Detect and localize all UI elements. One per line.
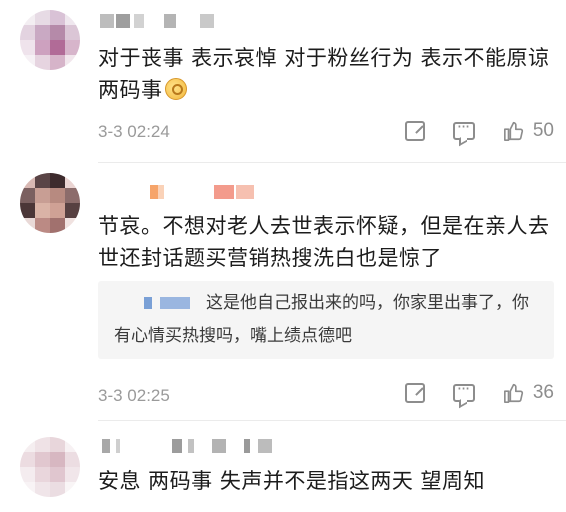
comment-text: 对于丧事 表示哀悼 对于粉丝行为 表示不能原谅 两码事	[98, 42, 554, 106]
username-blurred[interactable]	[150, 185, 270, 199]
share-square-icon[interactable]	[404, 383, 425, 403]
avatar[interactable]	[20, 437, 80, 497]
ok-hand-emoji-icon	[164, 78, 187, 100]
comment-text: 节哀。不想对老人去世表示怀疑，但是在亲人去世还封话题买营销热搜洗白也是惊了	[98, 214, 550, 270]
divider	[98, 420, 566, 421]
divider	[98, 162, 566, 163]
comment-item: 对于丧事 表示哀悼 对于粉丝行为 表示不能原谅 两码事 3-3 02:24 50	[0, 0, 566, 160]
reply-text: 这是他自己报出来的吗，你家里出事了，你有心情买热搜吗，嘴上绩点德吧	[114, 293, 529, 346]
comment-bubble-icon[interactable]	[452, 379, 475, 402]
comment-text: 安息 两码事 失声并不是指这两天 望周知	[98, 469, 486, 493]
like-count: 36	[532, 382, 554, 403]
username-blurred[interactable]	[100, 14, 220, 28]
comment-item: 安息 两码事 失声并不是指这两天 望周知	[0, 425, 566, 512]
username-blurred[interactable]	[102, 439, 282, 453]
comment-actions: 36	[377, 379, 554, 406]
comment-timestamp: 3-3 02:24	[98, 122, 170, 141]
comment-item: 节哀。不想对老人去世表示怀疑，但是在亲人去世还封话题买营销热搜洗白也是惊了 这是…	[0, 165, 566, 425]
avatar[interactable]	[20, 10, 80, 70]
comment-bubble-icon[interactable]	[452, 117, 475, 140]
reply-box[interactable]: 这是他自己报出来的吗，你家里出事了，你有心情买热搜吗，嘴上绩点德吧	[98, 281, 554, 359]
comment-timestamp: 3-3 02:25	[98, 386, 170, 405]
comment-actions: 50	[377, 117, 554, 144]
thumbs-up-icon[interactable]	[503, 120, 525, 142]
share-square-icon[interactable]	[404, 121, 425, 141]
thumbs-up-icon[interactable]	[503, 382, 525, 404]
like-count: 50	[532, 120, 554, 141]
avatar[interactable]	[20, 173, 80, 233]
